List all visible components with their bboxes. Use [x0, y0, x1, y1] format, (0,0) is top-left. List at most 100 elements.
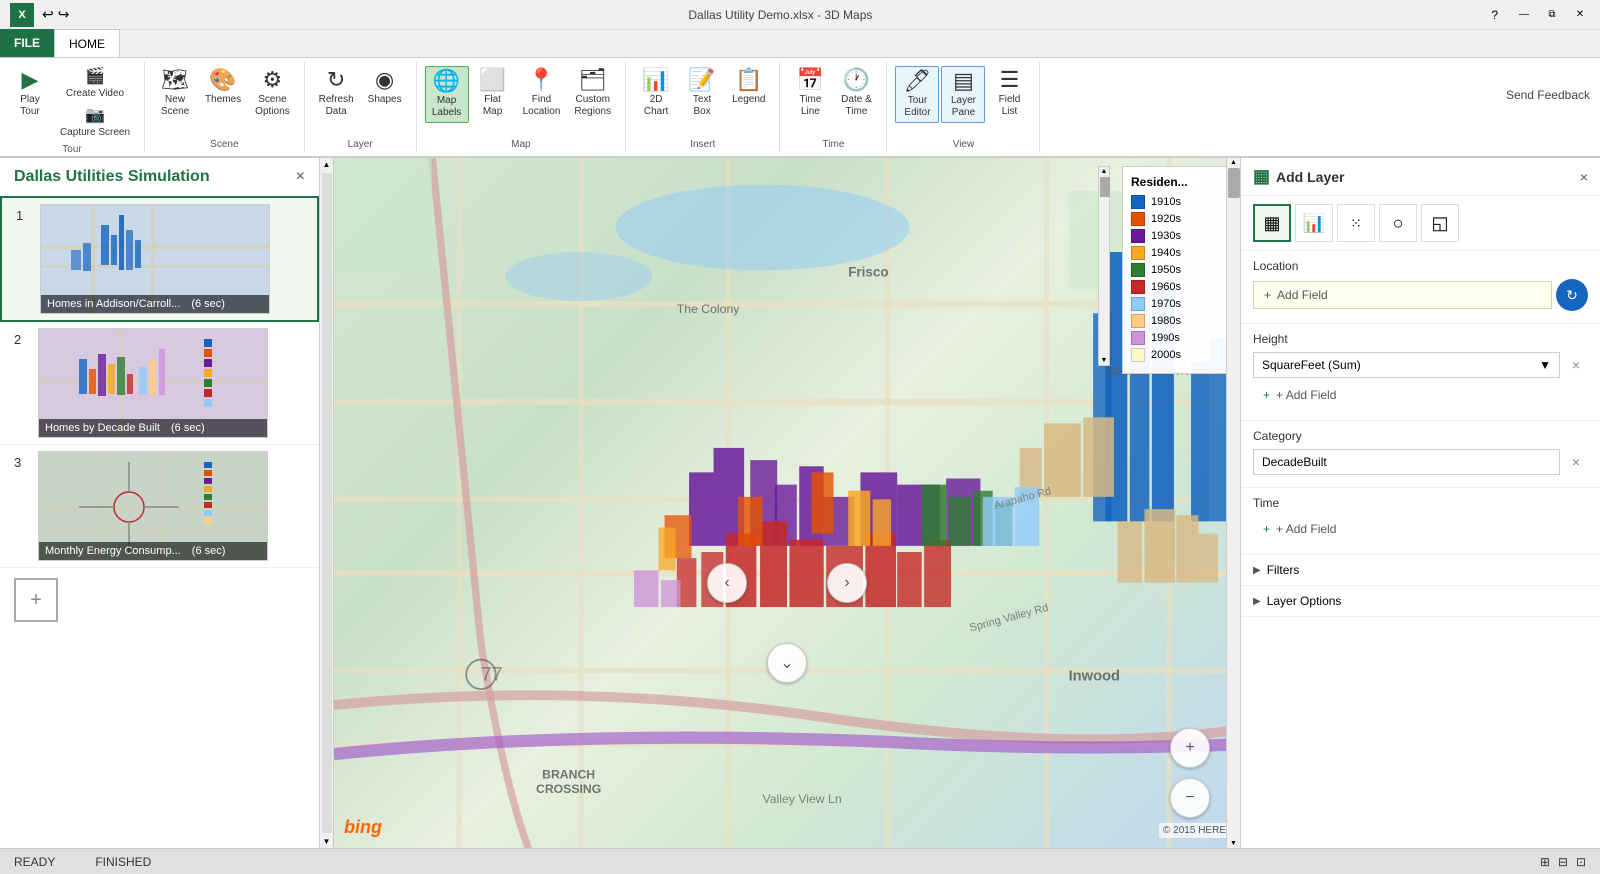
add-scene-icon: + — [30, 589, 42, 612]
scene-scrollbar[interactable]: ▲ ▼ — [320, 158, 334, 848]
map-nav-right[interactable]: › — [827, 563, 867, 603]
legend-label-1910s: 1910s — [1151, 196, 1181, 208]
custom-regions-button[interactable]: 🗂 CustomRegions — [568, 66, 617, 121]
layer-pane-button[interactable]: ▤ LayerPane — [941, 66, 985, 123]
legend-scroll-down[interactable]: ▼ — [1099, 356, 1109, 365]
layer-type-scatter[interactable]: ⁙ — [1337, 204, 1375, 242]
add-layer-button[interactable]: ▦ Add Layer — [1253, 166, 1344, 187]
time-line-icon: 📅 — [797, 69, 824, 91]
map-zoom-in[interactable]: + — [1170, 728, 1210, 768]
undo-btn[interactable]: ↩ — [42, 6, 54, 23]
location-field-row: + Add Field ↻ — [1253, 279, 1588, 311]
refresh-data-button[interactable]: ↻ RefreshData — [313, 66, 360, 121]
height-add-field-button[interactable]: + + Add Field — [1253, 382, 1588, 408]
map-copyright: © 2015 HERE — [1159, 823, 1230, 838]
status-icon-3[interactable]: ⊡ — [1576, 855, 1586, 869]
create-video-button[interactable]: 🎬 Create Video — [54, 66, 136, 103]
legend-item-1940s: 1940s — [1131, 246, 1223, 260]
map-nav-down[interactable]: ⌄ — [767, 643, 807, 683]
filters-section[interactable]: ▶ Filters — [1241, 555, 1600, 586]
layer-panel-close-button[interactable]: × — [1580, 169, 1588, 185]
time-field-row: + + Add Field — [1253, 516, 1588, 542]
location-add-field-button[interactable]: + Add Field — [1253, 281, 1552, 309]
height-clear-button[interactable]: × — [1564, 353, 1588, 377]
new-scene-button[interactable]: 🗺 NewScene — [153, 66, 197, 121]
legend-color-1920s — [1131, 212, 1145, 226]
status-right-icons: ⊞ ⊟ ⊡ — [1540, 855, 1586, 869]
map-nav-left[interactable]: ‹ — [707, 563, 747, 603]
capture-screen-button[interactable]: 📷 Capture Screen — [54, 105, 136, 142]
tab-file[interactable]: FILE — [0, 29, 54, 57]
time-line-button[interactable]: 📅 TimeLine — [788, 66, 832, 121]
legend-label-1920s: 1920s — [1151, 213, 1181, 225]
map-scroll-thumb — [1228, 168, 1240, 198]
status-icon-1[interactable]: ⊞ — [1540, 855, 1550, 869]
time-add-field-button[interactable]: + + Add Field — [1253, 516, 1588, 542]
legend-color-1970s — [1131, 297, 1145, 311]
tab-home[interactable]: HOME — [54, 29, 120, 57]
send-feedback-link[interactable]: Send Feedback — [1506, 88, 1590, 102]
map-area[interactable]: Frisco The Colony Addison Airport Inwood… — [334, 158, 1240, 848]
map-labels-button[interactable]: 🌐 MapLabels — [425, 66, 469, 123]
scene-options-button[interactable]: ⚙ SceneOptions — [249, 66, 295, 121]
layer-options-section[interactable]: ▶ Layer Options — [1241, 586, 1600, 617]
tour-editor-button[interactable]: 🖊 TourEditor — [895, 66, 939, 123]
field-list-button[interactable]: ☰ FieldList — [987, 66, 1031, 121]
layer-type-column[interactable]: 📊 — [1295, 204, 1333, 242]
scene-item-1[interactable]: 1 Ho — [0, 196, 319, 322]
scene-item-2[interactable]: 2 — [0, 322, 319, 445]
legend-label-2000s: 2000s — [1151, 349, 1181, 361]
legend-scrollbar[interactable]: ▲ ▼ — [1098, 166, 1110, 366]
scene-panel-close-button[interactable]: × — [296, 168, 305, 186]
legend-scroll-up[interactable]: ▲ — [1099, 167, 1109, 176]
shapes-label: Shapes — [368, 94, 402, 106]
status-icon-2[interactable]: ⊟ — [1558, 855, 1568, 869]
add-scene-button[interactable]: + — [14, 578, 58, 622]
time-add-label: + Add Field — [1276, 522, 1336, 536]
2d-chart-button[interactable]: 📊 2DChart — [634, 66, 678, 121]
refresh-data-label: RefreshData — [319, 94, 354, 118]
find-location-button[interactable]: 📍 FindLocation — [517, 66, 567, 121]
new-scene-label: NewScene — [161, 94, 189, 118]
shapes-button[interactable]: ◉ Shapes — [362, 66, 408, 109]
layer-type-region[interactable]: ◱ — [1421, 204, 1459, 242]
flat-map-button[interactable]: ⬜ FlatMap — [471, 66, 515, 121]
scroll-up-arrow[interactable]: ▲ — [321, 158, 333, 171]
map-scroll-bottom[interactable]: ▼ — [1227, 839, 1240, 848]
location-label: Location — [1253, 259, 1588, 273]
text-box-button[interactable]: 📝 TextBox — [680, 66, 724, 121]
height-field-dropdown[interactable]: SquareFeet (Sum) ▼ — [1253, 352, 1560, 378]
layer-type-globe[interactable]: ○ — [1379, 204, 1417, 242]
category-clear-button[interactable]: × — [1564, 450, 1588, 474]
map-scrollbar[interactable]: ▲ ▼ — [1226, 158, 1240, 848]
svg-text:The Colony: The Colony — [677, 302, 740, 316]
time-section: Time + + Add Field — [1241, 488, 1600, 555]
layer-type-bar[interactable]: ▦ — [1253, 204, 1291, 242]
redo-btn[interactable]: ↪ — [58, 6, 70, 23]
legend-button[interactable]: 📋 Legend — [726, 66, 771, 109]
category-field-dropdown[interactable]: DecadeBuilt — [1253, 449, 1560, 475]
location-add-icon: + — [1264, 288, 1271, 302]
play-tour-button[interactable]: ▶ PlayTour — [8, 66, 52, 121]
height-add-icon: + — [1263, 388, 1270, 402]
scene-item-3[interactable]: 3 — [0, 445, 319, 568]
svg-text:Spring Valley Rd: Spring Valley Rd — [968, 602, 1049, 635]
restore-btn[interactable]: ⧉ — [1542, 5, 1562, 25]
location-refresh-button[interactable]: ↻ — [1556, 279, 1588, 311]
date-time-button[interactable]: 🕐 Date &Time — [834, 66, 878, 121]
flat-map-label: FlatMap — [483, 94, 502, 118]
map-scroll-top[interactable]: ▲ — [1227, 158, 1240, 167]
category-label: Category — [1253, 429, 1588, 443]
minimize-btn[interactable]: — — [1514, 5, 1534, 25]
scene-number-3: 3 — [14, 451, 28, 561]
legend-label-1960s: 1960s — [1151, 281, 1181, 293]
scroll-down-arrow[interactable]: ▼ — [321, 835, 333, 848]
close-btn[interactable]: ✕ — [1570, 5, 1590, 25]
legend-color-1960s — [1131, 280, 1145, 294]
help-button[interactable]: ? — [1491, 8, 1498, 22]
tour-editor-icon: 🖊 — [904, 70, 932, 92]
map-zoom-out[interactable]: − — [1170, 778, 1210, 818]
themes-button[interactable]: 🎨 Themes — [199, 66, 247, 109]
height-field-row: SquareFeet (Sum) ▼ × — [1253, 352, 1588, 378]
location-section: Location + Add Field ↻ — [1241, 251, 1600, 324]
